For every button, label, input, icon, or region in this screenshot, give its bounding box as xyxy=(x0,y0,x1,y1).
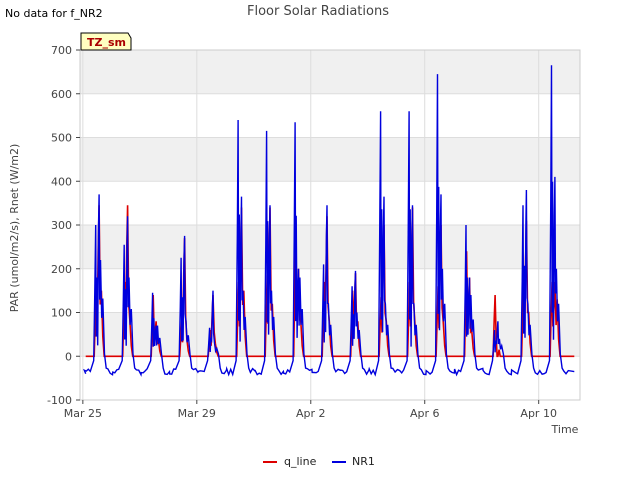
band xyxy=(80,137,580,182)
y-tick-label: 400 xyxy=(51,175,72,188)
x-tick-label: Apr 6 xyxy=(410,407,440,420)
x-tick-label: Apr 10 xyxy=(520,407,557,420)
background-bands xyxy=(80,50,580,357)
x-tick-label: Apr 2 xyxy=(296,407,326,420)
tz-badge-label: TZ_sm xyxy=(87,36,126,49)
band xyxy=(80,225,580,269)
y-tick-label: 600 xyxy=(51,88,72,101)
y-tick-label: 100 xyxy=(51,307,72,320)
y-axis-label: PAR (umol/m2/s), Rnet (W/m2) xyxy=(8,144,21,313)
tz-badge: TZ_sm xyxy=(80,32,132,51)
y-tick-label: -100 xyxy=(47,394,72,407)
x-axis-label: Time xyxy=(551,423,579,436)
y-tick-label: 500 xyxy=(51,132,72,145)
y-axis: -100 0 100 200 300 400 500 600 700 xyxy=(47,44,80,407)
chart-title: Floor Solar Radiations xyxy=(247,4,389,19)
x-axis: Mar 25 Mar 29 Apr 2 Apr 6 Apr 10 xyxy=(64,400,557,420)
x-tick-label: Mar 25 xyxy=(64,407,102,420)
y-tick-label: 0 xyxy=(65,350,72,363)
chart-svg: -100 0 100 200 300 400 500 600 700 Mar 25 Mar 29 A… xyxy=(8,4,581,468)
x-tick-label: Mar 29 xyxy=(178,407,216,420)
y-tick-label: 200 xyxy=(51,263,72,276)
legend: q_line NR1 xyxy=(263,455,375,468)
band xyxy=(80,50,580,94)
y-tick-label: 700 xyxy=(51,44,72,57)
legend-label-q-line: q_line xyxy=(284,455,317,468)
y-tick-label: 300 xyxy=(51,219,72,232)
legend-label-nr1: NR1 xyxy=(352,455,375,468)
